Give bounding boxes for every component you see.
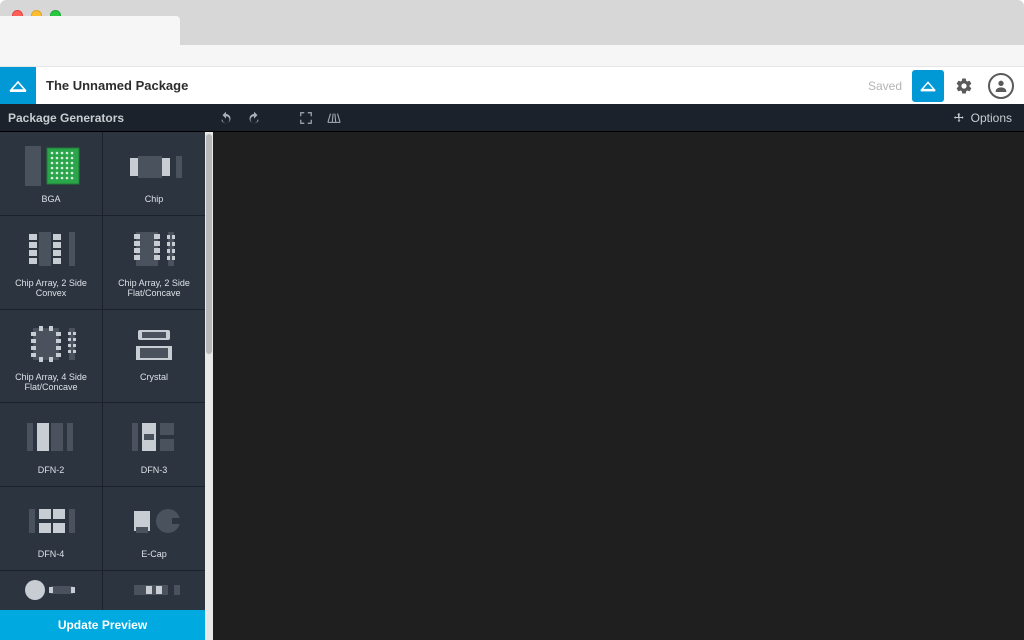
generator-grid: BGA Chip [0, 132, 205, 610]
app-logo[interactable] [0, 67, 36, 104]
chiparray-2-flat-icon [114, 224, 194, 276]
undo-icon [219, 111, 233, 125]
generator-item-chiparray-4-flat[interactable]: Chip Array, 4 Side Flat/Concave [0, 310, 102, 403]
user-avatar[interactable] [988, 73, 1014, 99]
generator-label: BGA [37, 192, 64, 210]
scrollbar-thumb[interactable] [206, 134, 212, 354]
page-title: The Unnamed Package [36, 78, 868, 93]
toolbar: Package Generators Options [0, 104, 1024, 132]
generator-item-chiparray-2-convex[interactable]: Chip Array, 2 Side Convex [0, 216, 102, 309]
canvas-viewport[interactable] [213, 132, 1024, 640]
browser-tab[interactable] [0, 16, 180, 45]
generator-label: Chip Array, 2 Side Convex [0, 276, 102, 304]
chiparray-2-convex-icon [11, 224, 91, 276]
crystal-icon [114, 318, 194, 370]
browser-omnibar [0, 45, 1024, 67]
fit-icon [299, 111, 313, 125]
chiparray-4-flat-icon [11, 318, 91, 370]
main-area: BGA Chip [0, 132, 1024, 640]
ecap-icon [114, 495, 194, 547]
generator-label: Crystal [136, 370, 172, 388]
generator-item-dfn2[interactable]: DFN-2 [0, 403, 102, 486]
undo-button[interactable] [219, 111, 233, 125]
package-icon [8, 76, 28, 96]
fit-view-button[interactable] [299, 111, 313, 125]
generator-label: Chip [141, 192, 168, 210]
partial-icon [114, 575, 194, 605]
generator-label: Chip Array, 4 Side Flat/Concave [0, 370, 102, 398]
options-button[interactable]: Options [953, 111, 1024, 125]
settings-button[interactable] [948, 70, 980, 102]
chip-icon [114, 140, 194, 192]
dfn3-icon [114, 411, 194, 463]
move-icon [953, 112, 965, 124]
gear-icon [955, 77, 973, 95]
user-icon [993, 78, 1009, 94]
partial-icon [11, 575, 91, 605]
bga-icon [11, 140, 91, 192]
package-icon [919, 77, 937, 95]
update-preview-button[interactable]: Update Preview [0, 610, 205, 640]
options-label: Options [971, 111, 1012, 125]
redo-icon [247, 111, 261, 125]
generator-label: DFN-4 [34, 547, 69, 565]
save-status: Saved [868, 79, 912, 93]
generator-item-crystal[interactable]: Crystal [103, 310, 205, 403]
sidebar-title: Package Generators [0, 111, 205, 125]
sidebar: BGA Chip [0, 132, 205, 640]
redo-button[interactable] [247, 111, 261, 125]
generator-item-partial-left[interactable] [0, 571, 102, 610]
generator-item-ecap[interactable]: E-Cap [103, 487, 205, 570]
generator-item-chip[interactable]: Chip [103, 132, 205, 215]
generator-label: DFN-2 [34, 463, 69, 481]
package-view-button[interactable] [912, 70, 944, 102]
generator-item-dfn4[interactable]: DFN-4 [0, 487, 102, 570]
grid-icon [327, 112, 341, 124]
app-header: The Unnamed Package Saved [0, 67, 1024, 104]
dfn4-icon [11, 495, 91, 547]
generator-item-dfn3[interactable]: DFN-3 [103, 403, 205, 486]
dfn2-icon [11, 411, 91, 463]
browser-chrome [0, 0, 1024, 45]
sidebar-scrollbar[interactable] [205, 132, 213, 640]
generator-label: E-Cap [137, 547, 171, 565]
grid-view-button[interactable] [327, 111, 341, 125]
generator-item-partial-right[interactable] [103, 571, 205, 610]
update-preview-label: Update Preview [58, 618, 147, 632]
generator-item-bga[interactable]: BGA [0, 132, 102, 215]
generator-label: Chip Array, 2 Side Flat/Concave [103, 276, 205, 304]
generator-item-chiparray-2-flat[interactable]: Chip Array, 2 Side Flat/Concave [103, 216, 205, 309]
generator-label: DFN-3 [137, 463, 172, 481]
